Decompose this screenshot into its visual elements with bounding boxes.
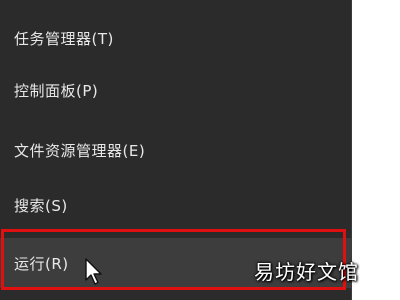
menu-item-label: 控制面板(P) bbox=[14, 81, 99, 100]
menu-item-search[interactable]: 搜索(S) bbox=[0, 185, 352, 225]
menu-item-task-manager[interactable]: 任务管理器(T) bbox=[0, 18, 352, 58]
menu-item-label: 文件资源管理器(E) bbox=[14, 141, 146, 160]
watermark-text: 易坊好文馆 bbox=[254, 260, 359, 284]
menu-item-label: 搜索(S) bbox=[14, 196, 68, 215]
menu-item-file-explorer[interactable]: 文件资源管理器(E) bbox=[0, 130, 352, 170]
menu-item-label: 任务管理器(T) bbox=[14, 29, 114, 48]
menu-item-label: 运行(R) bbox=[14, 254, 69, 273]
screenshot-stage: 任务管理器(T) 控制面板(P) 文件资源管理器(E) 搜索(S) 运行(R) … bbox=[0, 0, 400, 300]
menu-item-control-panel[interactable]: 控制面板(P) bbox=[0, 70, 352, 110]
winx-context-menu: 任务管理器(T) 控制面板(P) 文件资源管理器(E) 搜索(S) 运行(R) bbox=[0, 0, 352, 300]
mouse-pointer-icon bbox=[85, 258, 102, 285]
